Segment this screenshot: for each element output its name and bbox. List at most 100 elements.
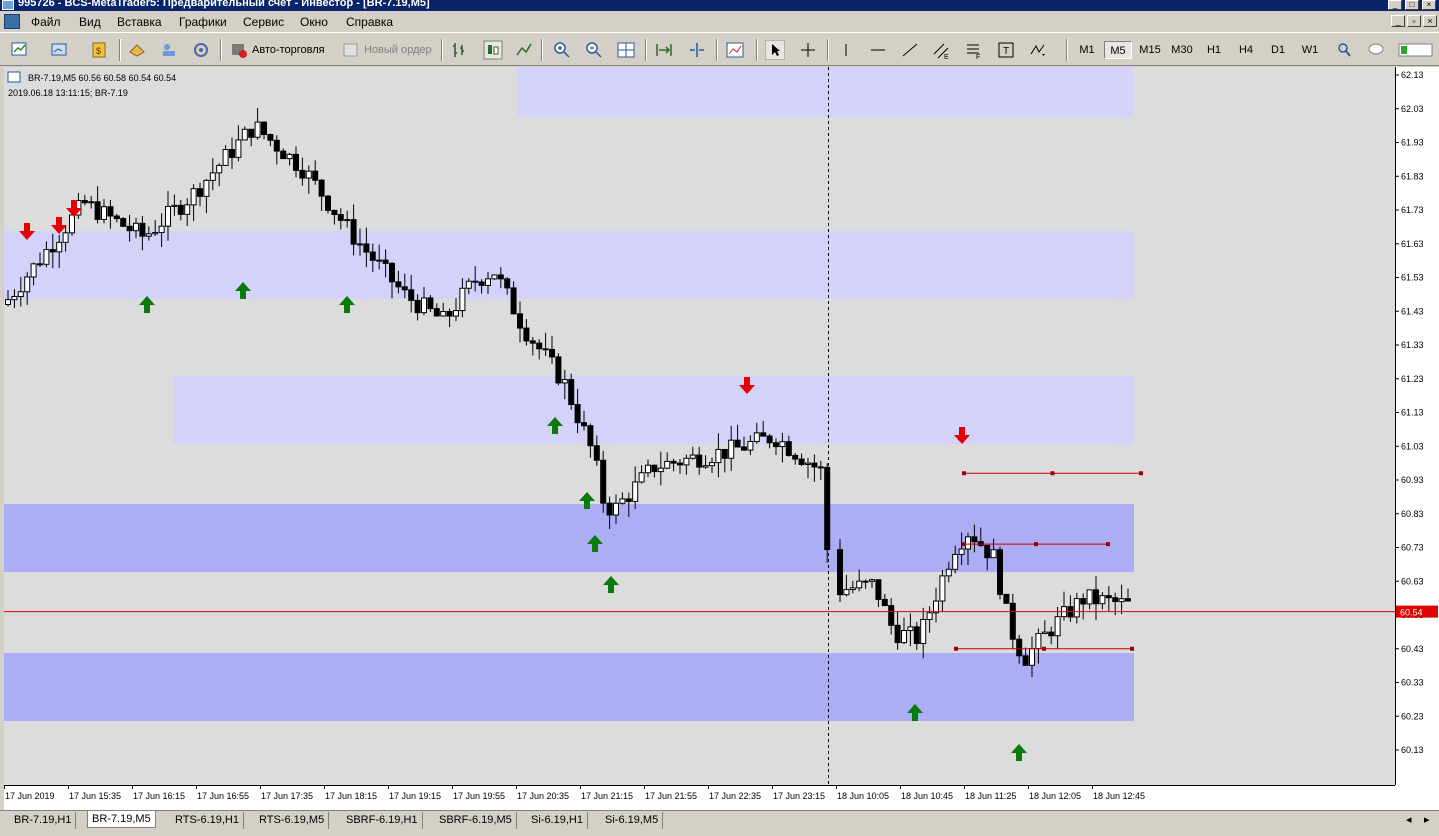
candle-body [478, 281, 485, 286]
fibonacci-icon[interactable]: F [964, 40, 984, 60]
menu-help[interactable]: Справка [346, 15, 393, 29]
tab-br-m5[interactable]: BR-7.19,M5 [87, 811, 156, 828]
tab-rts-m5[interactable]: RTS-6.19,M5 [255, 812, 330, 829]
candle-body [203, 179, 210, 197]
horizontal-line-icon[interactable] [868, 40, 888, 60]
candle-body [56, 241, 63, 253]
tab-si-m5[interactable]: Si-6.19,M5 [601, 812, 664, 829]
crosshair-icon[interactable] [798, 40, 818, 60]
candle-body [280, 150, 287, 160]
price-label: 60.83 [1401, 509, 1424, 519]
candle-body [696, 454, 703, 468]
level-handle [1034, 542, 1038, 547]
price-chart[interactable]: BR-7.19,M5 60.56 60.58 60.54 60.54 2019.0… [4, 67, 1439, 810]
child-minimize-button[interactable]: _ [1391, 15, 1405, 27]
vertical-line-icon[interactable] [836, 40, 856, 60]
chart-window-icon[interactable] [4, 14, 20, 29]
navigator-icon[interactable] [127, 40, 147, 60]
equidistant-channel-icon[interactable]: E [932, 40, 952, 60]
candle-body [664, 460, 671, 469]
candle-body [747, 440, 754, 451]
trend-line-icon[interactable] [900, 40, 920, 60]
candle-body [88, 201, 95, 204]
menu-insert[interactable]: Вставка [117, 15, 162, 29]
timeframe-m15[interactable]: M15 [1136, 41, 1164, 59]
timeframe-m30[interactable]: M30 [1168, 41, 1196, 59]
chat-icon[interactable] [1366, 40, 1386, 60]
tabs-scroll-right[interactable]: ▸ [1420, 812, 1434, 829]
child-restore-button[interactable]: ▫ [1407, 15, 1421, 27]
candle-body [760, 432, 767, 437]
line-chart-icon[interactable] [514, 40, 534, 60]
candlestick-icon[interactable] [483, 40, 503, 60]
text-icon[interactable]: T [996, 40, 1016, 60]
timeframe-m1[interactable]: M1 [1074, 41, 1100, 59]
menu-charts[interactable]: Графики [179, 15, 227, 29]
tabs-scroll-left[interactable]: ◂ [1402, 812, 1416, 829]
close-button[interactable]: × [1422, 0, 1436, 10]
search-icon[interactable] [1334, 40, 1354, 60]
candle-body [958, 548, 965, 555]
new-chart-icon[interactable] [10, 40, 30, 60]
tab-br-h1[interactable]: BR-7.19,H1 [10, 812, 77, 829]
candle-body [94, 201, 101, 220]
candle-body [625, 498, 632, 502]
zoom-out-icon[interactable] [584, 40, 604, 60]
timeframe-w1[interactable]: W1 [1296, 41, 1324, 59]
candle-body [1022, 655, 1029, 666]
candle-body [325, 195, 331, 211]
community-icon[interactable] [159, 40, 179, 60]
zoom-in-icon[interactable] [552, 40, 572, 60]
menu-view[interactable]: Вид [79, 15, 101, 29]
tab-sbrf-m5[interactable]: SBRF-6.19,M5 [435, 812, 517, 829]
shapes-icon[interactable] [1028, 40, 1048, 60]
candle-body [1009, 602, 1016, 640]
menu-window[interactable]: Окно [300, 15, 328, 29]
bar-chart-icon[interactable] [450, 40, 470, 60]
auto-scroll-icon[interactable] [654, 40, 674, 60]
candle-body [171, 204, 178, 207]
maximize-button[interactable]: □ [1405, 0, 1419, 10]
candle-body [600, 459, 607, 504]
candle-body [677, 462, 683, 466]
tile-windows-icon[interactable] [616, 40, 636, 60]
candle-body [376, 259, 383, 262]
new-order-icon[interactable] [341, 40, 361, 60]
title-bar: 995726 - BCS-MetaTrader5: Предварительны… [0, 0, 1439, 11]
candle-body [197, 188, 203, 197]
chart-shift-icon[interactable] [687, 40, 707, 60]
candle-body [133, 222, 139, 232]
timeframe-h4[interactable]: H4 [1232, 41, 1260, 59]
menu-tools[interactable]: Сервис [243, 15, 284, 29]
candle-body [965, 536, 971, 550]
timeframe-h1[interactable]: H1 [1200, 41, 1228, 59]
tab-rts-h1[interactable]: RTS-6.19,H1 [171, 812, 244, 829]
chart-window[interactable]: BR-7.19,M5 60.56 60.58 60.54 60.54 2019.0… [4, 67, 1439, 810]
candle-body [81, 200, 88, 204]
candle-body [1029, 648, 1035, 666]
auto-trading-button[interactable]: Авто-торговля [252, 38, 325, 62]
cursor-icon[interactable] [765, 40, 785, 60]
candle-body [529, 340, 536, 344]
signals-icon[interactable] [191, 40, 211, 60]
candle-body [395, 281, 402, 288]
level-handle [1042, 646, 1046, 651]
zone-2 [173, 376, 1134, 444]
menu-file[interactable]: Файл [31, 15, 61, 29]
candle-body [312, 170, 319, 181]
auto-trading-icon[interactable] [229, 40, 249, 60]
candle-body [574, 403, 581, 424]
tab-si-h1[interactable]: Si-6.19,H1 [527, 812, 588, 829]
child-close-button[interactable]: × [1423, 15, 1437, 27]
minimize-button[interactable]: _ [1388, 0, 1402, 10]
new-order-button[interactable]: Новый ордер [364, 38, 432, 62]
profiles-icon[interactable] [50, 40, 70, 60]
candle-body [139, 222, 146, 237]
indicators-icon[interactable] [725, 40, 745, 60]
tab-sbrf-h1[interactable]: SBRF-6.19,H1 [342, 812, 423, 829]
market-watch-icon[interactable]: $ [89, 40, 109, 60]
candle-body [901, 630, 907, 644]
time-label: 18 Jun 12:45 [1093, 791, 1145, 801]
timeframe-d1[interactable]: D1 [1264, 41, 1292, 59]
timeframe-m5[interactable]: M5 [1104, 41, 1132, 59]
